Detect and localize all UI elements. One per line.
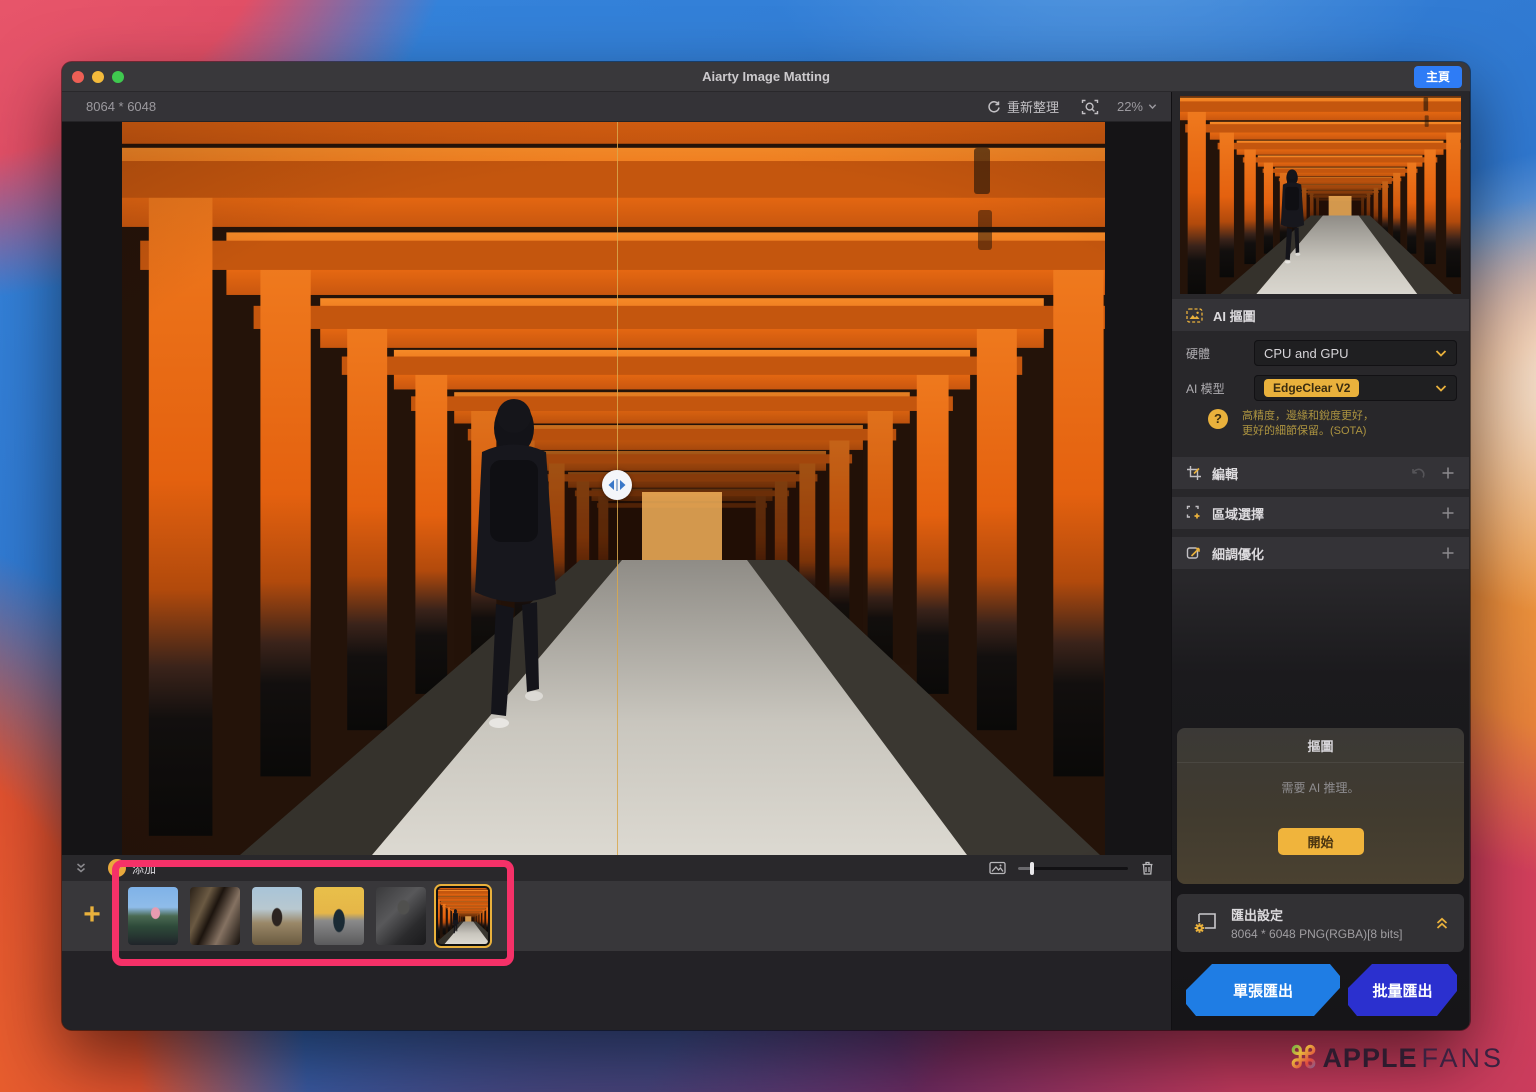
filmstrip: + bbox=[62, 881, 1171, 951]
refine-icon bbox=[1186, 545, 1202, 561]
model-label: AI 模型 bbox=[1186, 380, 1254, 397]
start-button[interactable]: 開始 bbox=[1278, 828, 1364, 855]
desktop: Aiarty Image Matting 主頁 8064 * 6048 bbox=[0, 0, 1536, 1092]
edit-title: 編輯 bbox=[1212, 464, 1238, 483]
hardware-label: 硬體 bbox=[1186, 345, 1254, 362]
model-help-line2: 更好的細節保留。(SOTA) bbox=[1242, 424, 1374, 439]
hardware-select[interactable]: CPU and GPU bbox=[1254, 340, 1457, 366]
thumbnail-photo-lake[interactable] bbox=[128, 887, 178, 945]
canvas-toolbar: 8064 * 6048 重新整理 bbox=[62, 92, 1171, 122]
export-batch-button[interactable]: 批量匯出 bbox=[1348, 964, 1457, 1016]
zoom-tool-icon[interactable] bbox=[1081, 99, 1099, 115]
export-settings-detail: 8064 * 6048 PNG(RGBA)[8 bits] bbox=[1231, 927, 1402, 941]
slider-knob[interactable] bbox=[1030, 862, 1034, 875]
filmstrip-header: + 添加 bbox=[62, 855, 1171, 881]
chevron-down-icon bbox=[1148, 102, 1157, 111]
export-buttons-row: 單張匯出 批量匯出 bbox=[1172, 964, 1469, 1016]
matting-panel-title: 摳圖 bbox=[1177, 728, 1464, 763]
refine-title: 細調優化 bbox=[1212, 544, 1264, 563]
export-settings-row[interactable]: 匯出設定 8064 * 6048 PNG(RGBA)[8 bits] bbox=[1177, 894, 1464, 952]
model-select[interactable]: EdgeClear V2 bbox=[1254, 375, 1457, 401]
add-circle-icon: + bbox=[108, 859, 126, 877]
model-value: EdgeClear V2 bbox=[1264, 379, 1359, 397]
preview-thumbnail bbox=[1180, 96, 1461, 294]
model-help-text: 高精度，邊緣和銳度更好， 更好的細節保留。(SOTA) bbox=[1242, 409, 1374, 443]
thumbnail-photo-torii-selected[interactable] bbox=[434, 884, 492, 948]
trash-icon[interactable] bbox=[1140, 860, 1155, 876]
zoom-level: 22% bbox=[1117, 99, 1143, 114]
thumbnail-photo-child[interactable] bbox=[252, 887, 302, 945]
watermark-brand-bold: APPLE bbox=[1322, 1043, 1417, 1074]
add-label: 添加 bbox=[132, 860, 156, 877]
thumbnail-photo-portrait[interactable] bbox=[376, 887, 426, 945]
section-region-select[interactable]: 區域選擇 bbox=[1172, 497, 1469, 529]
model-help-line1: 高精度，邊緣和銳度更好， bbox=[1242, 409, 1374, 424]
zoom-level-dropdown[interactable]: 22% bbox=[1107, 99, 1157, 114]
add-image-button[interactable]: + 添加 bbox=[108, 859, 156, 877]
export-settings-title: 匯出設定 bbox=[1231, 905, 1402, 924]
region-select-icon bbox=[1186, 505, 1202, 521]
watermark-brand-light: FANS bbox=[1421, 1043, 1504, 1074]
ai-matting-title: AI 摳圖 bbox=[1213, 306, 1256, 325]
ai-matting-icon bbox=[1186, 308, 1203, 323]
matting-status-panel: 摳圖 需要 AI 推理。 開始 bbox=[1177, 728, 1464, 884]
window-title: Aiarty Image Matting bbox=[62, 69, 1470, 84]
thumbnail-photo-sunset[interactable] bbox=[314, 887, 364, 945]
image-dimensions: 8064 * 6048 bbox=[86, 99, 156, 114]
region-select-title: 區域選擇 bbox=[1212, 504, 1264, 523]
filmstrip-footer bbox=[62, 951, 1171, 1030]
app-window: Aiarty Image Matting 主頁 8064 * 6048 bbox=[62, 62, 1470, 1030]
home-button[interactable]: 主頁 bbox=[1414, 66, 1462, 88]
hardware-value: CPU and GPU bbox=[1264, 346, 1349, 361]
export-single-button[interactable]: 單張匯出 bbox=[1186, 964, 1340, 1016]
right-panel: AI 摳圖 硬體 CPU and GPU AI 模型 EdgeClear V2 bbox=[1172, 92, 1469, 1030]
export-settings-icon bbox=[1191, 910, 1219, 936]
collapse-filmstrip-icon[interactable] bbox=[74, 861, 88, 875]
undo-icon[interactable] bbox=[1411, 466, 1427, 480]
expand-plus-icon[interactable] bbox=[1441, 506, 1455, 520]
section-edit[interactable]: 編輯 bbox=[1172, 457, 1469, 489]
editor-main: 8064 * 6048 重新整理 bbox=[62, 92, 1172, 1030]
applefans-watermark: ⌘ APPLE FANS bbox=[1288, 1043, 1504, 1074]
chevron-down-icon bbox=[1435, 384, 1447, 393]
matting-status-text: 需要 AI 推理。 bbox=[1281, 779, 1359, 796]
refresh-button[interactable]: 重新整理 bbox=[986, 97, 1059, 116]
chevron-down-icon bbox=[1435, 349, 1447, 358]
refresh-label: 重新整理 bbox=[1007, 97, 1059, 116]
expand-plus-icon[interactable] bbox=[1441, 466, 1455, 480]
refresh-icon bbox=[986, 99, 1002, 115]
section-ai-matting[interactable]: AI 摳圖 bbox=[1172, 299, 1469, 331]
section-refine[interactable]: 細調優化 bbox=[1172, 537, 1469, 569]
compare-divider-handle[interactable] bbox=[602, 470, 632, 500]
command-icon: ⌘ bbox=[1288, 1044, 1318, 1074]
thumbnail-photo-dog[interactable] bbox=[190, 887, 240, 945]
edit-crop-icon bbox=[1186, 465, 1202, 481]
thumbnail-size-slider[interactable] bbox=[1018, 867, 1128, 870]
thumbnail-size-icon bbox=[989, 861, 1006, 875]
collapse-chevrons-icon[interactable] bbox=[1434, 916, 1450, 931]
expand-plus-icon[interactable] bbox=[1441, 546, 1455, 560]
titlebar: Aiarty Image Matting 主頁 bbox=[62, 62, 1470, 92]
help-icon[interactable]: ? bbox=[1208, 409, 1228, 429]
add-photo-plus-button[interactable]: + bbox=[76, 899, 108, 931]
canvas-area bbox=[62, 122, 1171, 855]
